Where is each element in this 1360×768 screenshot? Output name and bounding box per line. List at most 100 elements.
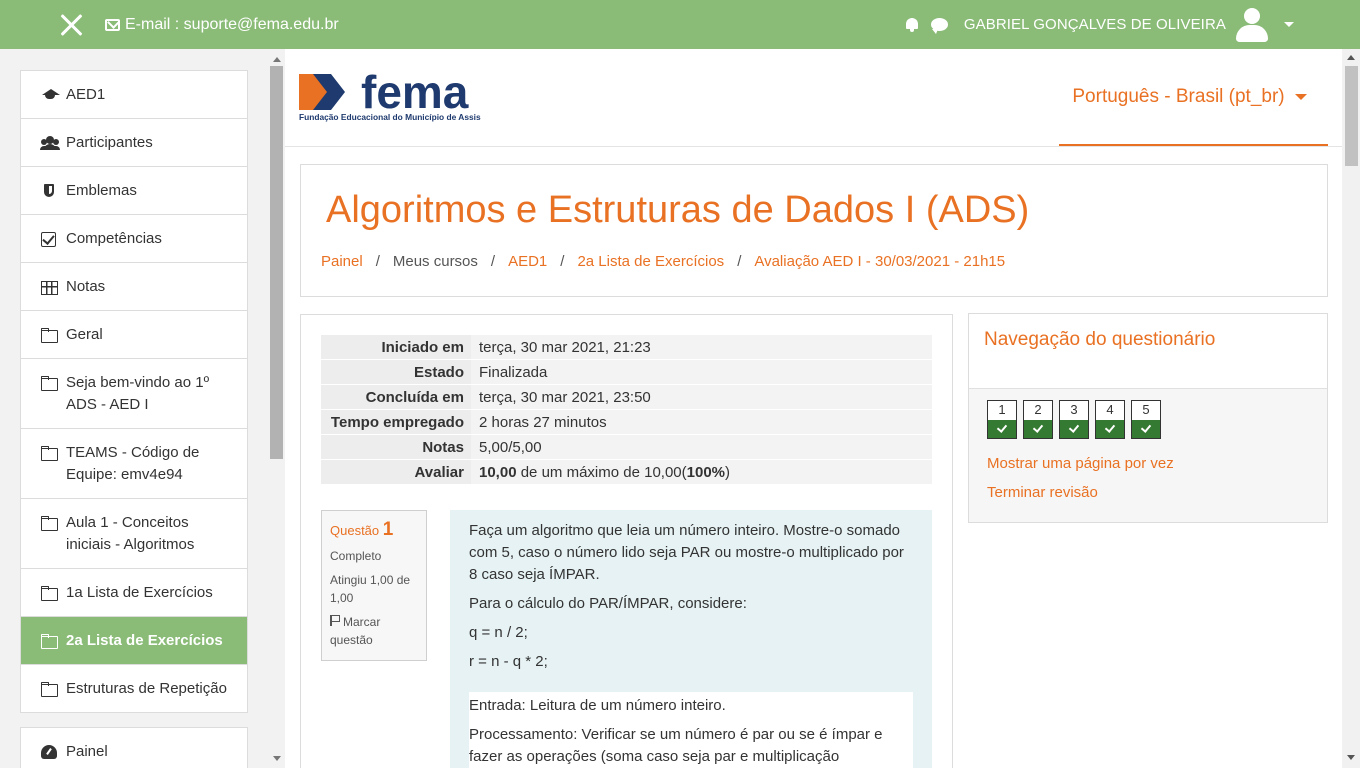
breadcrumb-lista2[interactable]: 2a Lista de Exercícios — [577, 253, 724, 270]
user-area: GABRIEL GONÇALVES DE OLIVEIRA — [905, 6, 1294, 42]
chevron-down-icon — [1294, 93, 1307, 100]
breadcrumb: Painel / Meus cursos / AED1 / 2a Lista d… — [321, 253, 1005, 270]
question-index: 1 — [382, 519, 394, 540]
page-header: Algoritmos e Estruturas de Dados I (ADS)… — [300, 164, 1328, 297]
envelope-icon — [105, 19, 120, 31]
question-nav-button-2[interactable]: 2 — [1023, 400, 1053, 439]
breadcrumb-aed1[interactable]: AED1 — [508, 253, 547, 270]
sidebar-item-label: Notas — [66, 278, 106, 295]
sidebar-item-label: Competências — [66, 230, 162, 247]
support-email[interactable]: E-mail : suporte@fema.edu.br — [105, 16, 339, 34]
sidebar-item-label: 2a Lista de Exercícios — [66, 632, 223, 649]
sidebar-item-label: Geral — [66, 326, 103, 343]
scrollbar-thumb[interactable] — [1345, 66, 1358, 166]
scroll-up-icon[interactable] — [1347, 55, 1355, 60]
flag-question-link[interactable]: Marcar questão — [330, 613, 418, 649]
page-scrollbar[interactable] — [1343, 49, 1360, 768]
site-nav: Painel — [20, 727, 248, 768]
table-row: Concluída em terça, 30 mar 2021, 23:50 — [321, 385, 932, 410]
sidebar-item-teams[interactable]: TEAMS - Código de Equipe: emv4e94 — [21, 429, 247, 499]
summary-key: Estado — [321, 360, 471, 384]
sidebar-item-participantes[interactable]: Participantes — [21, 119, 247, 167]
check-icon — [1060, 420, 1088, 438]
breadcrumb-separator: / — [737, 253, 742, 270]
grade-max: de um máximo de 10,00( — [516, 464, 687, 481]
summary-key: Avaliar — [321, 460, 471, 484]
breadcrumb-separator: / — [375, 253, 380, 270]
summary-key: Notas — [321, 435, 471, 459]
sidebar-item-aula1[interactable]: Aula 1 - Conceitos iniciais - Algoritmos — [21, 499, 247, 569]
question-nav-button-5[interactable]: 5 — [1131, 400, 1161, 439]
check-icon — [1132, 420, 1160, 438]
language-label: Português - Brasil (pt_br) — [1072, 85, 1285, 107]
course-nav: AED1 Participantes Emblemas Competências… — [20, 70, 248, 713]
question-score: Atingiu 1,00 de 1,00 — [330, 573, 411, 605]
breadcrumb-separator: / — [490, 253, 496, 270]
attempt-summary-table: Iniciado em terça, 30 mar 2021, 21:23 Est… — [321, 335, 932, 485]
user-name[interactable]: GABRIEL GONÇALVES DE OLIVEIRA — [964, 16, 1226, 33]
quiz-navigation-block: Navegação do questionário 1 2 3 4 5 Most… — [968, 313, 1328, 523]
summary-value: Finalizada — [471, 360, 932, 384]
checkbox-icon — [41, 232, 59, 247]
sidebar-item-boas-vindas[interactable]: Seja bem-vindo ao 1º ADS - AED I — [21, 359, 247, 429]
question-nav-button-4[interactable]: 4 — [1095, 400, 1125, 439]
folder-icon — [41, 586, 59, 601]
sidebar-item-label: Seja bem-vindo ao 1º ADS - AED I — [66, 374, 210, 413]
folder-icon — [41, 682, 59, 697]
summary-value: 10,00 de um máximo de 10,00(100%) — [471, 460, 932, 484]
question-nav-number: 1 — [998, 402, 1006, 417]
shield-icon — [41, 184, 59, 198]
question-number: Questão 1 — [330, 519, 418, 541]
question-paragraph: Entrada: Leitura de um número inteiro. — [469, 697, 726, 714]
sidebar-item-geral[interactable]: Geral — [21, 311, 247, 359]
bell-icon[interactable] — [905, 17, 919, 32]
chat-icon[interactable] — [930, 17, 948, 34]
breadcrumb-separator: / — [560, 253, 565, 270]
sidebar-item-aed1[interactable]: AED1 — [21, 71, 247, 119]
check-icon — [1096, 420, 1124, 438]
table-icon — [41, 280, 59, 295]
question-nav-button-3[interactable]: 3 — [1059, 400, 1089, 439]
breadcrumb-painel[interactable]: Painel — [321, 253, 363, 270]
table-row: Estado Finalizada — [321, 360, 932, 385]
folder-icon — [41, 376, 59, 391]
question-info: Questão 1 Completo Atingiu 1,00 de 1,00 … — [321, 510, 427, 661]
show-one-page-link[interactable]: Mostrar uma página por vez — [987, 455, 1174, 472]
drawer-scroll-up-icon[interactable] — [273, 57, 281, 62]
header-divider — [285, 146, 1342, 147]
question-nav-number: 3 — [1070, 402, 1078, 417]
scroll-down-icon[interactable] — [1347, 755, 1355, 760]
sidebar-item-label: Aula 1 - Conceitos iniciais - Algoritmos — [66, 514, 195, 553]
sidebar-item-label: Painel — [66, 743, 108, 760]
question-nav-button-1[interactable]: 1 — [987, 400, 1017, 439]
folder-icon — [41, 516, 59, 531]
summary-value: 5,00/5,00 — [471, 435, 932, 459]
support-email-label: E-mail : suporte@fema.edu.br — [125, 16, 339, 33]
close-drawer-icon[interactable] — [58, 12, 84, 38]
sidebar-item-estruturas-repeticao[interactable]: Estruturas de Repetição — [21, 665, 247, 712]
quiz-question-buttons: 1 2 3 4 5 — [987, 400, 1161, 439]
sidebar-item-lista2[interactable]: 2a Lista de Exercícios — [21, 617, 247, 665]
summary-key: Concluída em — [321, 385, 471, 409]
drawer-scrollbar[interactable] — [270, 66, 283, 459]
grade-percent: 100% — [686, 464, 726, 481]
table-row: Avaliar 10,00 de um máximo de 10,00(100%) — [321, 460, 932, 485]
sidebar-item-competencias[interactable]: Competências — [21, 215, 247, 263]
sidebar-item-label: AED1 — [66, 86, 106, 103]
breadcrumb-avaliacao[interactable]: Avaliação AED I - 30/03/2021 - 21h15 — [754, 253, 1005, 270]
sidebar-item-emblemas[interactable]: Emblemas — [21, 167, 247, 215]
users-icon — [41, 136, 59, 150]
question-paragraph: Processamento: Verificar se um número é … — [469, 726, 883, 765]
language-selector[interactable]: Português - Brasil (pt_br) — [1059, 49, 1328, 146]
finish-review-link[interactable]: Terminar revisão — [987, 484, 1098, 501]
avatar[interactable] — [1234, 6, 1270, 42]
question-nav-number: 5 — [1142, 402, 1150, 417]
sidebar-item-notas[interactable]: Notas — [21, 263, 247, 311]
sidebar-item-lista1[interactable]: 1a Lista de Exercícios — [21, 569, 247, 617]
fema-logo[interactable]: fema Fundação Educacional do Município d… — [299, 72, 504, 124]
drawer-scroll-down-icon[interactable] — [273, 756, 281, 761]
check-icon — [1024, 420, 1052, 438]
sidebar-item-label: TEAMS - Código de Equipe: emv4e94 — [66, 444, 200, 483]
sidebar-item-painel[interactable]: Painel — [21, 728, 247, 768]
user-menu-caret-icon[interactable] — [1284, 21, 1294, 27]
